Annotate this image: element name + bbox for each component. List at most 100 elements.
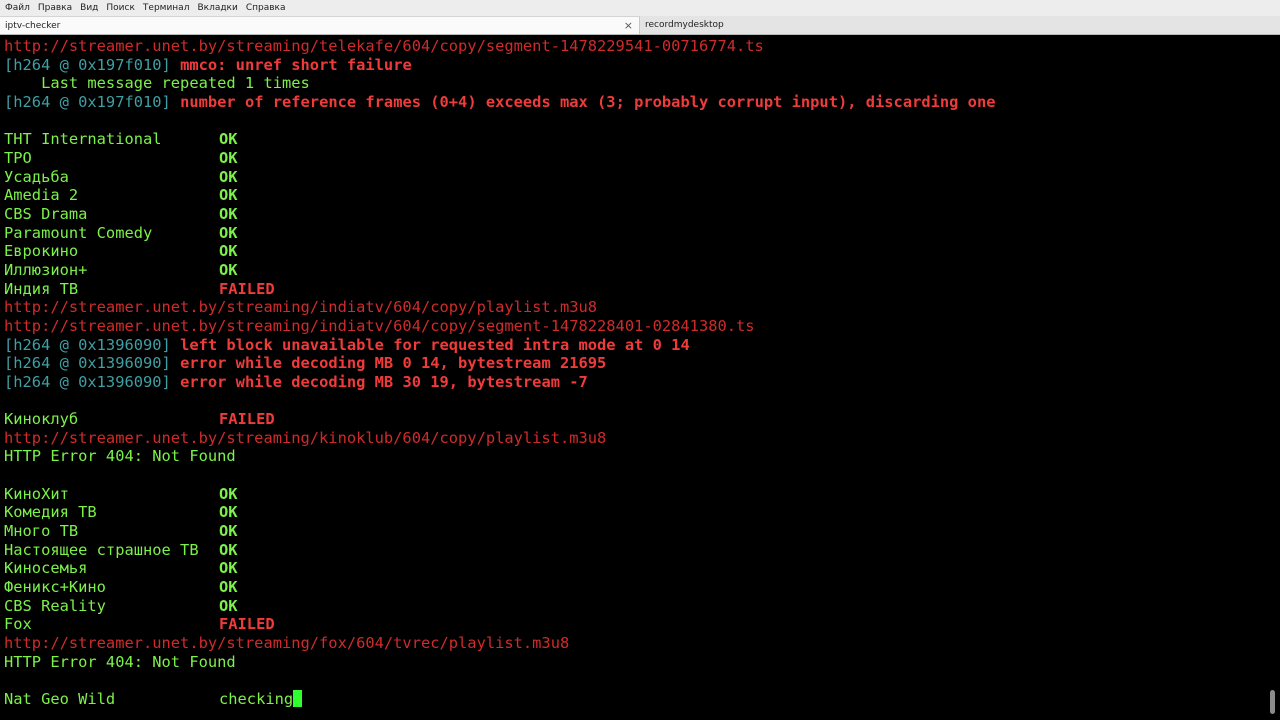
output-text: HTTP Error 404: Not Found bbox=[4, 652, 236, 671]
terminal-window: Файл Правка Вид Поиск Терминал Вкладки С… bbox=[0, 0, 1280, 720]
channel-status: OK bbox=[219, 540, 238, 559]
decoder-tag: [h264 @ 0x1396090] bbox=[4, 372, 171, 391]
menu-file[interactable]: Файл bbox=[5, 0, 30, 16]
channel-name: Fox bbox=[4, 615, 32, 634]
terminal-output[interactable]: http://streamer.unet.by/streaming/teleka… bbox=[0, 35, 1266, 720]
channel-status-line: THT International OK bbox=[0, 130, 1266, 149]
text-line: Last message repeated 1 times bbox=[0, 74, 1266, 93]
close-icon[interactable]: × bbox=[624, 19, 633, 33]
channel-status-line: Paramount Comedy OK bbox=[0, 224, 1266, 243]
channel-status: OK bbox=[219, 260, 238, 279]
decoder-message: number of reference frames (0+4) exceeds… bbox=[180, 92, 996, 111]
channel-name: Киноклуб bbox=[4, 410, 79, 429]
channel-status: OK bbox=[219, 223, 238, 242]
stream-url: http://streamer.unet.by/streaming/indiat… bbox=[4, 316, 755, 335]
channel-status-line: TPO OK bbox=[0, 149, 1266, 168]
channel-status-line: Nat Geo Wild checking bbox=[0, 689, 1266, 709]
decoder-message-line: [h264 @ 0x197f010] mmco: unref short fai… bbox=[0, 56, 1266, 75]
channel-name: Amedia 2 bbox=[4, 186, 79, 205]
text-line: HTTP Error 404: Not Found bbox=[0, 447, 1266, 466]
channel-status: OK bbox=[219, 186, 238, 205]
channel-status: OK bbox=[219, 242, 238, 261]
text-line: HTTP Error 404: Not Found bbox=[0, 653, 1266, 672]
channel-status: OK bbox=[219, 130, 238, 149]
channel-status: FAILED bbox=[219, 410, 275, 429]
decoder-message-line: [h264 @ 0x197f010] number of reference f… bbox=[0, 93, 1266, 112]
url-line: http://streamer.unet.by/streaming/fox/60… bbox=[0, 634, 1266, 653]
decoder-message: mmco: unref short failure bbox=[180, 55, 412, 74]
decoder-message: left block unavailable for requested int… bbox=[180, 335, 690, 354]
stream-url: http://streamer.unet.by/streaming/fox/60… bbox=[4, 634, 570, 652]
menu-bar: Файл Правка Вид Поиск Терминал Вкладки С… bbox=[0, 0, 1280, 16]
channel-status-line: Amedia 2 OK bbox=[0, 186, 1266, 205]
channel-status-line: Еврокино OK bbox=[0, 242, 1266, 261]
menu-help[interactable]: Справка bbox=[246, 0, 286, 16]
tab-label: iptv-checker bbox=[5, 20, 61, 31]
channel-status: checking bbox=[219, 689, 294, 708]
stream-url: http://streamer.unet.by/streaming/teleka… bbox=[4, 37, 764, 55]
channel-status-line: Феникс+Кино OK bbox=[0, 578, 1266, 597]
decoder-message-line: [h264 @ 0x1396090] error while decoding … bbox=[0, 354, 1266, 373]
menu-search[interactable]: Поиск bbox=[106, 0, 135, 16]
decoder-message-line: [h264 @ 0x1396090] left block unavailabl… bbox=[0, 336, 1266, 355]
url-line: http://streamer.unet.by/streaming/teleka… bbox=[0, 37, 1266, 56]
tab-iptv-checker[interactable]: iptv-checker × bbox=[0, 16, 640, 34]
channel-name: Усадьба bbox=[4, 167, 69, 186]
scrollbar[interactable] bbox=[1266, 35, 1280, 720]
menu-terminal[interactable]: Терминал bbox=[143, 0, 190, 16]
channel-name: Индия ТВ bbox=[4, 279, 79, 298]
channel-status: FAILED bbox=[219, 279, 275, 298]
channel-name: КиноХит bbox=[4, 484, 69, 503]
channel-name: Настоящее страшное ТВ bbox=[4, 540, 199, 559]
terminal-cursor bbox=[293, 689, 303, 707]
decoder-tag: [h264 @ 0x1396090] bbox=[4, 335, 171, 354]
decoder-tag: [h264 @ 0x197f010] bbox=[4, 55, 171, 74]
output-text: HTTP Error 404: Not Found bbox=[4, 447, 236, 466]
url-line: http://streamer.unet.by/streaming/indiat… bbox=[0, 317, 1266, 336]
channel-status-line: Fox FAILED bbox=[0, 615, 1266, 634]
channel-status-line: Комедия ТВ OK bbox=[0, 503, 1266, 522]
decoder-tag: [h264 @ 0x197f010] bbox=[4, 92, 171, 111]
channel-status: OK bbox=[219, 148, 238, 167]
channel-status: OK bbox=[219, 578, 238, 597]
tab-recordmydesktop[interactable]: recordmydesktop bbox=[640, 16, 1280, 34]
channel-status-line: CBS Drama OK bbox=[0, 205, 1266, 224]
stream-url: http://streamer.unet.by/streaming/indiat… bbox=[4, 298, 598, 317]
scrollbar-thumb[interactable] bbox=[1270, 690, 1275, 714]
channel-name: Еврокино bbox=[4, 242, 79, 261]
channel-name: Киносемья bbox=[4, 559, 88, 578]
channel-name: THT International bbox=[4, 130, 162, 149]
decoder-tag: [h264 @ 0x1396090] bbox=[4, 354, 171, 373]
channel-name: Комедия ТВ bbox=[4, 503, 97, 522]
stream-url: http://streamer.unet.by/streaming/kinokl… bbox=[4, 428, 607, 447]
channel-status-line: Киносемья OK bbox=[0, 559, 1266, 578]
tab-bar: iptv-checker × recordmydesktop bbox=[0, 16, 1280, 35]
channel-status-line: Настоящее страшное ТВ OK bbox=[0, 541, 1266, 560]
menu-tabs[interactable]: Вкладки bbox=[197, 0, 237, 16]
channel-name: Много ТВ bbox=[4, 522, 79, 541]
channel-name: Nat Geo Wild bbox=[4, 689, 116, 708]
channel-status: OK bbox=[219, 167, 238, 186]
decoder-message-line: [h264 @ 0x1396090] error while decoding … bbox=[0, 373, 1266, 392]
menu-edit[interactable]: Правка bbox=[38, 0, 72, 16]
channel-name: Paramount Comedy bbox=[4, 223, 153, 242]
channel-status: OK bbox=[219, 503, 238, 522]
output-text: Last message repeated 1 times bbox=[4, 74, 310, 93]
tab-label: recordmydesktop bbox=[645, 20, 724, 30]
channel-status-line: Усадьба OK bbox=[0, 168, 1266, 187]
decoder-message: error while decoding MB 0 14, bytestream… bbox=[180, 354, 607, 373]
channel-name: Феникс+Кино bbox=[4, 578, 106, 597]
channel-status: OK bbox=[219, 204, 238, 223]
url-line: http://streamer.unet.by/streaming/kinokl… bbox=[0, 429, 1266, 448]
channel-name: Иллюзион+ bbox=[4, 260, 88, 279]
channel-status: OK bbox=[219, 484, 238, 503]
menu-view[interactable]: Вид bbox=[80, 0, 98, 16]
channel-status: OK bbox=[219, 522, 238, 541]
url-line: http://streamer.unet.by/streaming/indiat… bbox=[0, 298, 1266, 317]
channel-name: TPO bbox=[4, 148, 32, 167]
channel-status-line: Иллюзион+ OK bbox=[0, 261, 1266, 280]
channel-status-line: КиноХит OK bbox=[0, 485, 1266, 504]
